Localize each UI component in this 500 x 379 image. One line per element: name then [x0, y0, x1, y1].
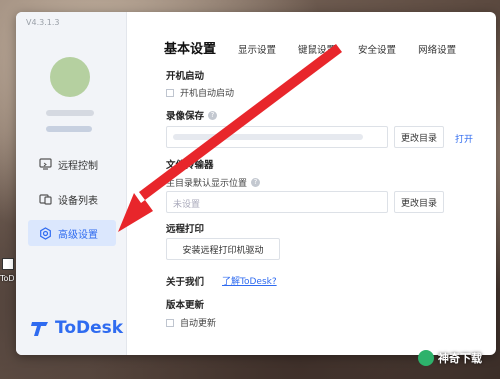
help-icon[interactable]: ?	[208, 110, 218, 120]
todesk-logo-icon	[31, 322, 48, 336]
file-transfer-subtitle-row: 主目录默认显示位置 ?	[166, 176, 261, 189]
avatar[interactable]	[50, 57, 90, 97]
section-title-about: 关于我们	[166, 277, 205, 288]
auto-update-option[interactable]: 自动更新	[166, 316, 216, 329]
open-folder-link[interactable]: 打开	[455, 132, 473, 145]
shortcut-icon	[2, 258, 14, 270]
tab-basic-settings[interactable]: 基本设置	[164, 38, 216, 57]
remote-control-icon	[38, 157, 52, 171]
version-label: V4.3.1.3	[26, 18, 60, 27]
recording-path-field[interactable]	[166, 126, 388, 148]
tab-display-settings[interactable]: 显示设置	[238, 42, 276, 56]
tab-keyboard-mouse-settings[interactable]: 键鼠设置	[298, 42, 336, 56]
gear-icon	[38, 226, 52, 240]
username-blurred	[46, 110, 94, 116]
file-transfer-change-dir-button[interactable]: 更改目录	[394, 191, 444, 213]
about-todesk-link[interactable]: 了解ToDesk?	[222, 274, 277, 287]
sidebar-item-advanced-settings[interactable]: 高级设置	[28, 220, 116, 246]
recording-change-dir-button[interactable]: 更改目录	[394, 126, 444, 148]
auto-update-checkbox[interactable]	[166, 318, 174, 327]
section-recording-header: 录像保存 ?	[166, 108, 218, 122]
file-transfer-subtitle: 主目录默认显示位置	[166, 179, 248, 189]
brand-name: ToDesk	[55, 318, 124, 338]
section-title-file-transfer: 文件传输器	[166, 160, 214, 171]
section-title-recording: 录像保存	[166, 111, 205, 122]
settings-tabs: 基本设置 显示设置 键鼠设置 安全设置 网络设置	[164, 38, 478, 57]
todesk-logo: ToDesk	[30, 318, 123, 338]
tab-network-settings[interactable]: 网络设置	[418, 42, 456, 56]
startup-option-label: 开机自动启动	[180, 89, 235, 99]
watermark-text: 神奇下载	[438, 352, 482, 365]
sidebar-item-label: 远程控制	[58, 160, 98, 172]
watermark: 神奇下载	[418, 350, 482, 366]
desktop-shortcut-label: ToD	[0, 274, 15, 283]
account-blurred	[46, 126, 92, 132]
install-printer-driver-button[interactable]: 安装远程打印机驱动	[166, 238, 280, 260]
startup-checkbox[interactable]	[166, 88, 174, 97]
help-icon[interactable]: ?	[251, 178, 261, 187]
startup-option[interactable]: 开机自动启动	[166, 86, 234, 99]
tab-security-settings[interactable]: 安全设置	[358, 42, 396, 56]
file-transfer-path-field[interactable]: 未设置	[166, 191, 388, 213]
section-title-startup: 开机启动	[166, 71, 205, 82]
sidebar-item-label: 设备列表	[58, 195, 98, 207]
auto-update-label: 自动更新	[180, 319, 217, 329]
device-list-icon	[38, 192, 52, 206]
sidebar-item-remote-control[interactable]: 远程控制	[28, 151, 116, 177]
sidebar: V4.3.1.3 远程控制 设备列表 高级设置 ToDesk	[16, 12, 127, 355]
section-title-remote-print: 远程打印	[166, 224, 205, 235]
recording-path-blurred	[173, 134, 363, 140]
watermark-logo-icon	[418, 350, 434, 366]
section-title-update: 版本更新	[166, 300, 205, 311]
sidebar-item-label: 高级设置	[58, 229, 98, 241]
sidebar-item-device-list[interactable]: 设备列表	[28, 186, 116, 212]
todesk-window: V4.3.1.3 远程控制 设备列表 高级设置 ToDesk 基本设置 显示设置…	[16, 12, 496, 355]
file-transfer-placeholder: 未设置	[173, 200, 201, 210]
